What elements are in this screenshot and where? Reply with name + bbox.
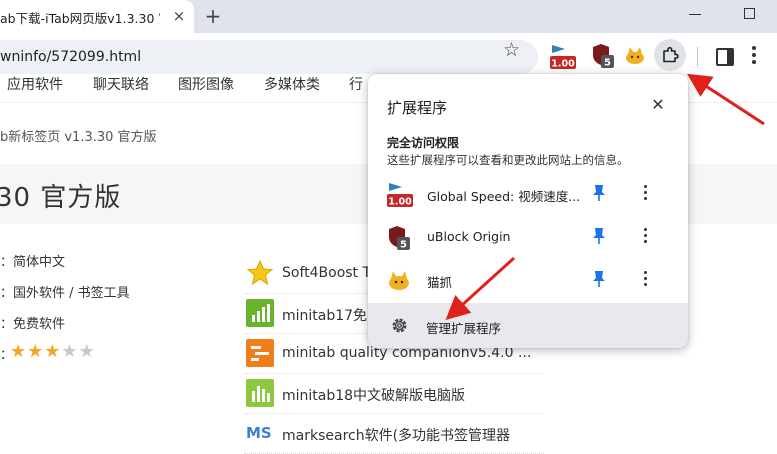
star-filled-icon: ★ [44,341,62,362]
tab-title: ab下载-iTab网页版v1.3.30 官 [0,11,160,26]
speed-badge-text: 1.00 [551,59,575,70]
related-item-title[interactable]: Soft4Boost T [282,265,371,281]
nav-item[interactable]: 图形图像 [178,74,234,94]
extension-row-cat-catch[interactable]: 猫抓 [368,259,688,301]
minimize-icon[interactable] [689,14,701,15]
related-item[interactable]: MS marksearch软件(多功能书签管理器 [244,413,544,454]
nav-item[interactable]: 行 [349,74,363,94]
bar-chart-icon [246,299,274,327]
gear-icon [392,318,407,333]
manage-extensions-button[interactable]: 管理扩展程序 [368,303,688,348]
pin-icon[interactable] [592,270,606,288]
nav-item[interactable]: 多媒体类 [264,74,320,94]
extension-menu-icon[interactable] [644,185,647,203]
cat-catch-extension-icon[interactable] [624,45,646,67]
browser-menu-icon[interactable] [752,46,756,68]
bookmark-star-icon[interactable]: ☆ [503,39,520,61]
speed-badge-text: 1.00 [388,197,412,208]
ublock-badge-text: 5 [604,58,611,69]
global-speed-extension-icon[interactable]: 1.00 [549,43,577,71]
address-bar[interactable]: wninfo/572099.html [0,40,538,74]
tab-close-icon[interactable]: × [170,7,188,25]
star-empty-icon: ★ [78,341,96,362]
new-tab-button[interactable]: + [202,5,224,27]
bar-chart-icon [246,379,274,407]
nav-item[interactable]: 聊天联络 [93,74,149,94]
related-item-title[interactable]: marksearch软件(多功能书签管理器 [282,425,510,445]
pin-icon[interactable] [592,184,606,202]
star-empty-icon: ★ [61,341,79,362]
tab-strip: ab下载-iTab网页版v1.3.30 官 × + [0,0,777,33]
extension-name: 猫抓 [427,275,453,290]
star-filled-icon: ★ [27,341,45,362]
cat-catch-icon [389,271,409,290]
popup-title: 扩展程序 [387,99,448,117]
info-category: ：国外软件 / 书签工具 [0,286,130,301]
url-text[interactable]: wninfo/572099.html [0,49,141,65]
related-item-title[interactable]: minitab18中文破解版电脑版 [282,385,465,405]
nav-item[interactable]: 应用软件 [7,74,63,94]
toolbar-divider [697,47,698,67]
related-item[interactable]: minitab18中文破解版电脑版 [244,373,544,414]
full-access-description: 这些扩展程序可以查看和更改此网站上的信息。 [387,153,629,167]
browser-tab[interactable]: ab下载-iTab网页版v1.3.30 官 × [0,0,194,33]
maximize-icon[interactable] [744,8,755,19]
breadcrumb: ab新标签页 v1.3.30 官方版 [0,130,157,145]
pin-icon[interactable] [592,227,606,245]
ublock-icon: 5 [389,226,410,251]
extension-name: Global Speed: 视频速度... [427,189,581,204]
extension-row-ublock[interactable]: 5 uBlock Origin [368,216,688,258]
info-license: ：免费软件 [0,317,66,332]
side-panel-icon[interactable] [716,48,734,66]
extensions-popup: 扩展程序 ✕ 完全访问权限 这些扩展程序可以查看和更改此网站上的信息。 1.00… [368,74,688,348]
extension-name: uBlock Origin [427,229,511,244]
extension-menu-icon[interactable] [644,228,647,246]
extension-menu-icon[interactable] [644,271,647,289]
browser-toolbar: wninfo/572099.html ☆ 1.00 5 [0,33,777,80]
info-language: ：简体中文 [0,255,66,270]
full-access-heading: 完全访问权限 [387,136,460,150]
extension-row-global-speed[interactable]: 1.00 Global Speed: 视频速度... [368,173,688,215]
ms-icon: MS [246,424,272,442]
rating-stars: ★★★★★ [10,341,96,362]
close-icon[interactable]: ✕ [648,95,668,115]
star-filled-icon: ★ [10,341,28,362]
page-title: 30 官方版 [0,183,122,213]
global-speed-icon: 1.00 [387,183,413,208]
ublock-extension-icon[interactable]: 5 [591,43,615,69]
ublock-badge-text: 5 [400,240,407,251]
star-icon [246,259,274,286]
manage-extensions-label: 管理扩展程序 [426,321,502,336]
puzzle-icon [663,46,679,63]
gantt-icon [246,339,274,367]
extensions-button[interactable] [654,39,686,71]
related-item-title[interactable]: minitab17免 [282,305,367,325]
